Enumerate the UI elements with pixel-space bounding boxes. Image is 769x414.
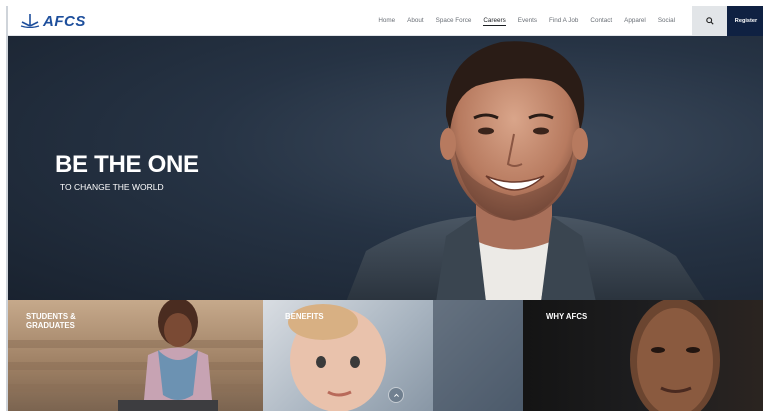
afcs-logo[interactable]: AFCS (20, 12, 86, 30)
nav-apparel[interactable]: Apparel (624, 17, 646, 25)
logo-text: AFCS (43, 12, 86, 30)
hero-portrait-image (346, 41, 706, 302)
chevron-up-icon (393, 393, 399, 397)
logo-emblem-icon (20, 14, 40, 28)
tile-students-label: STUDENTS & GRADUATES (26, 312, 76, 330)
nav-contact[interactable]: Contact (590, 17, 612, 25)
scroll-up-button[interactable] (388, 387, 404, 403)
site-header: AFCS Home About Space Force Careers Even… (8, 6, 763, 36)
search-button[interactable] (692, 6, 727, 36)
tile-benefits-label: BENEFITS (285, 312, 324, 321)
nav-about[interactable]: About (407, 17, 423, 25)
nav-find-a-job[interactable]: Find A Job (549, 17, 578, 25)
nav-home[interactable]: Home (378, 17, 395, 25)
nav-space-force[interactable]: Space Force (436, 17, 472, 25)
hero-title: BE THE ONE (55, 151, 199, 178)
main-nav: Home About Space Force Careers Events Fi… (378, 6, 675, 36)
hero-banner: BE THE ONE TO CHANGE THE WORLD (8, 36, 763, 302)
hero-subtitle: TO CHANGE THE WORLD (60, 182, 164, 192)
tile-why-afcs-label: WHY AFCS (546, 312, 588, 321)
register-button[interactable]: Register (727, 6, 763, 36)
tile-students-graduates[interactable]: STUDENTS & GRADUATES (8, 300, 263, 411)
nav-social[interactable]: Social (658, 17, 675, 25)
page-frame: AFCS Home About Space Force Careers Even… (6, 6, 763, 411)
nav-careers[interactable]: Careers (483, 17, 506, 26)
category-tiles: STUDENTS & GRADUATES BENEFITS WHY AFCS (8, 300, 763, 411)
tile-why-afcs[interactable]: WHY AFCS (523, 300, 763, 411)
search-icon (705, 17, 714, 25)
nav-events[interactable]: Events (518, 17, 537, 25)
